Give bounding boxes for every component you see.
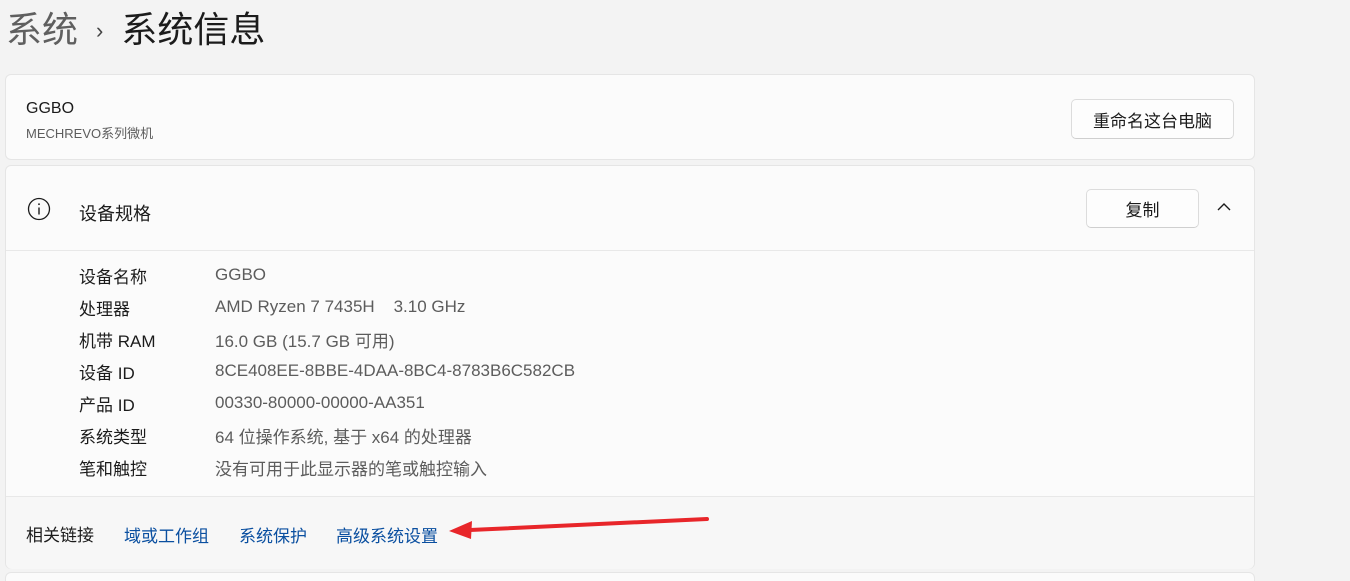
breadcrumb: 系统 › 系统信息	[6, 4, 265, 56]
rename-pc-button[interactable]: 重命名这台电脑	[1071, 99, 1234, 139]
link-domain-workgroup[interactable]: 域或工作组	[124, 522, 209, 547]
spec-label: 设备名称	[79, 267, 147, 287]
link-advanced-system-settings[interactable]: 高级系统设置	[336, 522, 438, 547]
spec-row-pen-touch: 笔和触控 没有可用于此显示器的笔或触控输入	[79, 451, 487, 483]
spec-label: 产品 ID	[79, 395, 135, 415]
spec-value: 16.0 GB (15.7 GB 可用)	[215, 331, 395, 351]
spec-value: 8CE408EE-8BBE-4DAA-8BC4-8783B6C582CB	[215, 361, 576, 380]
page-title: 系统信息	[121, 9, 266, 50]
spec-row-device-id: 设备 ID 8CE408EE-8BBE-4DAA-8BC4-8783B6C582…	[79, 355, 575, 387]
spec-label: 处理器	[79, 299, 130, 319]
breadcrumb-parent[interactable]: 系统	[6, 4, 78, 56]
device-name: GGBO	[26, 100, 75, 117]
device-card: GGBO MECHREVO系列微机 重命名这台电脑	[5, 74, 1255, 160]
spec-row-ram: 机带 RAM 16.0 GB (15.7 GB 可用)	[79, 323, 395, 355]
chevron-up-icon[interactable]	[1214, 197, 1234, 217]
spec-label: 机带 RAM	[79, 331, 156, 351]
spec-row-system-type: 系统类型 64 位操作系统, 基于 x64 的处理器	[79, 419, 472, 451]
spec-value: GGBO	[215, 265, 267, 284]
related-links: 相关链接 域或工作组 系统保护 高级系统设置	[6, 497, 1254, 569]
spec-label: 笔和触控	[79, 459, 147, 479]
spec-value: AMD Ryzen 7 7435H 3.10 GHz	[215, 297, 466, 316]
spec-label: 设备 ID	[79, 363, 135, 383]
device-model: MECHREVO系列微机	[26, 126, 154, 141]
info-icon	[27, 197, 51, 221]
related-links-label: 相关链接	[26, 526, 94, 545]
device-specs-title: 设备规格	[79, 204, 151, 224]
spec-value: 00330-80000-00000-AA351	[215, 393, 425, 412]
device-specs-card: 设备规格 复制 设备名称 GGBO 处理器 AMD Ryzen 7 7435H …	[5, 165, 1255, 569]
spec-row-device-name: 设备名称 GGBO	[79, 259, 266, 291]
spec-label: 系统类型	[79, 427, 147, 447]
spec-row-product-id: 产品 ID 00330-80000-00000-AA351	[79, 387, 425, 419]
settings-page: 系统 › 系统信息 GGBO MECHREVO系列微机 重命名这台电脑 设备规格…	[0, 0, 1350, 581]
device-specs-header[interactable]: 设备规格 复制	[6, 166, 1254, 250]
link-system-protection[interactable]: 系统保护	[239, 522, 307, 547]
next-card	[5, 572, 1255, 581]
spec-row-processor: 处理器 AMD Ryzen 7 7435H 3.10 GHz	[79, 291, 465, 323]
breadcrumb-separator-icon: ›	[96, 18, 104, 43]
spec-value: 没有可用于此显示器的笔或触控输入	[215, 459, 487, 479]
divider	[6, 250, 1254, 251]
spec-value: 64 位操作系统, 基于 x64 的处理器	[215, 427, 472, 447]
copy-button[interactable]: 复制	[1086, 189, 1199, 228]
